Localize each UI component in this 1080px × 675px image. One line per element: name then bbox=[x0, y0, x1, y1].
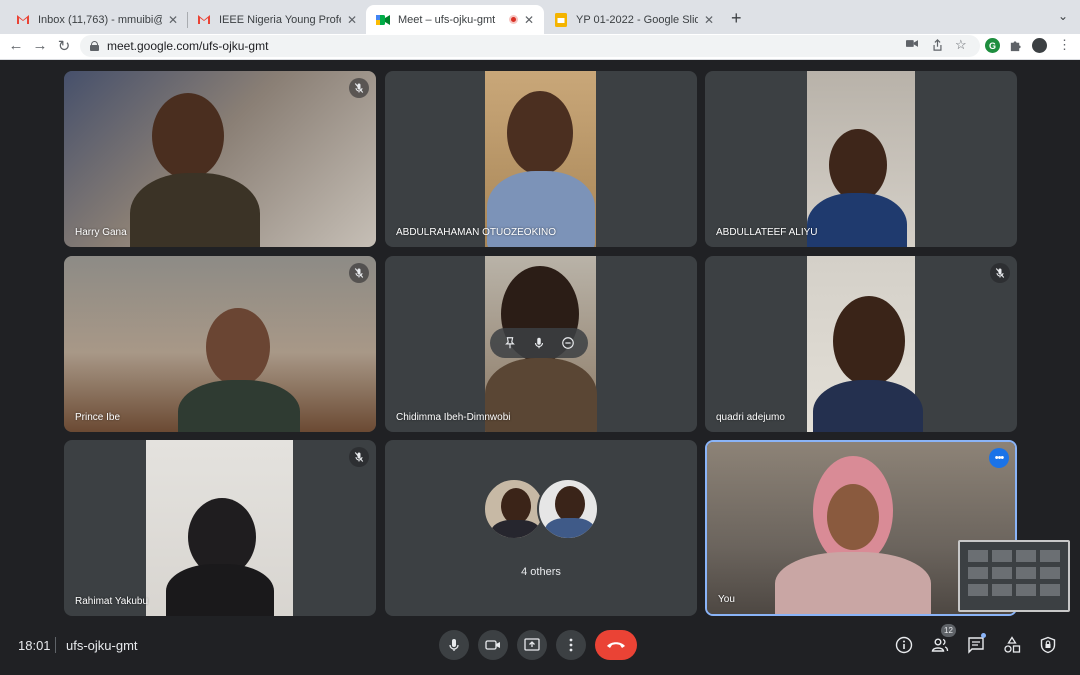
mic-icon bbox=[449, 639, 459, 651]
participant-tile[interactable]: Prince Ibe bbox=[64, 256, 376, 432]
tab-title: YP 01-2022 - Google Slides bbox=[576, 13, 698, 26]
new-tab-icon[interactable]: + bbox=[731, 8, 742, 29]
participant-tile[interactable]: ABDULRAHAMAN OTUOZEOKINO bbox=[385, 71, 697, 247]
recording-icon bbox=[508, 15, 518, 24]
hang-up-icon bbox=[607, 642, 625, 648]
tab-title: Inbox (11,763) - mmuibi@gmail bbox=[38, 13, 162, 26]
meeting-code: ufs-ojku-gmt bbox=[66, 638, 138, 653]
camera-button[interactable] bbox=[478, 630, 508, 660]
participant-tile[interactable]: quadri adejumo bbox=[705, 256, 1017, 432]
mic-icon[interactable] bbox=[529, 333, 549, 353]
participant-name: Rahimat Yakubu bbox=[75, 596, 149, 607]
people-button[interactable] bbox=[929, 634, 951, 656]
forward-icon[interactable]: → bbox=[30, 37, 50, 54]
back-icon[interactable]: ← bbox=[6, 37, 26, 54]
shield-lock-icon bbox=[1040, 636, 1056, 654]
participant-video bbox=[485, 71, 596, 247]
participant-name: Harry Gana bbox=[75, 227, 127, 238]
close-tab-icon[interactable]: ✕ bbox=[168, 13, 178, 27]
info-icon bbox=[895, 636, 913, 654]
close-tab-icon[interactable]: ✕ bbox=[347, 13, 357, 27]
others-tile[interactable]: 4 others bbox=[385, 440, 697, 616]
participant-name: Chidimma Ibeh-Dimnwobi bbox=[396, 412, 511, 423]
lock-icon bbox=[90, 41, 99, 51]
picture-in-picture-preview[interactable] bbox=[958, 540, 1070, 612]
browser-toolbar: ← → ↻ meet.google.com/ufs-ojku-gmt ☆ G ⋮ bbox=[0, 34, 1080, 60]
participant-tile[interactable]: Chidimma Ibeh-Dimnwobi bbox=[385, 256, 697, 432]
participant-video bbox=[807, 256, 923, 432]
mic-off-icon bbox=[349, 78, 369, 98]
leave-call-button[interactable] bbox=[595, 630, 637, 660]
tile-hover-controls bbox=[490, 328, 588, 358]
tab-meet[interactable]: Meet – ufs-ojku-gmt ✕ bbox=[366, 5, 544, 34]
others-avatars bbox=[385, 478, 697, 540]
mic-off-icon bbox=[349, 263, 369, 283]
more-options-icon[interactable]: ••• bbox=[989, 448, 1009, 468]
share-icon[interactable] bbox=[932, 39, 943, 54]
participant-name: quadri adejumo bbox=[716, 412, 785, 423]
meeting-clock: 18:01 bbox=[18, 638, 51, 653]
host-controls-button[interactable] bbox=[1037, 634, 1059, 656]
extensions-puzzle-icon[interactable] bbox=[1008, 38, 1023, 53]
mic-off-icon bbox=[349, 447, 369, 467]
chevron-down-icon[interactable]: ⌄ bbox=[1058, 9, 1068, 23]
participant-name: You bbox=[718, 594, 735, 605]
browser-menu-icon[interactable]: ⋮ bbox=[1058, 37, 1071, 53]
profile-avatar[interactable] bbox=[1032, 38, 1047, 53]
participant-tile[interactable]: Rahimat Yakubu bbox=[64, 440, 376, 616]
participant-tile[interactable]: Harry Gana bbox=[64, 71, 376, 247]
url-text: meet.google.com/ufs-ojku-gmt bbox=[107, 39, 269, 53]
tab-title: IEEE Nigeria Young Professions bbox=[219, 13, 341, 26]
gmail-icon bbox=[16, 13, 30, 27]
grammarly-extension-icon[interactable]: G bbox=[985, 38, 1000, 53]
tab-google-slides[interactable]: YP 01-2022 - Google Slides ✕ bbox=[544, 5, 724, 34]
divider bbox=[55, 637, 56, 653]
avatar bbox=[483, 478, 545, 540]
meet-control-bar: 18:01 ufs-ojku-gmt 12 bbox=[0, 620, 1080, 675]
participant-name: Prince Ibe bbox=[75, 412, 121, 423]
participant-video bbox=[146, 440, 293, 616]
camera-icon bbox=[485, 640, 500, 650]
more-vert-icon bbox=[569, 638, 573, 652]
meeting-details-button[interactable] bbox=[893, 634, 915, 656]
mic-off-icon bbox=[990, 263, 1010, 283]
remove-icon[interactable] bbox=[558, 333, 578, 353]
close-tab-icon[interactable]: ✕ bbox=[524, 13, 534, 27]
address-bar[interactable]: meet.google.com/ufs-ojku-gmt bbox=[80, 35, 980, 57]
chat-unread-dot bbox=[981, 633, 986, 638]
participant-name: ABDULLATEEF ALIYU bbox=[716, 227, 818, 238]
gmail-icon bbox=[197, 13, 211, 27]
chat-icon bbox=[968, 637, 984, 654]
people-icon bbox=[931, 638, 949, 652]
tab-gmail-inbox[interactable]: Inbox (11,763) - mmuibi@gmail ✕ bbox=[6, 5, 188, 34]
participant-name: ABDULRAHAMAN OTUOZEOKINO bbox=[396, 227, 557, 238]
participant-video bbox=[64, 256, 376, 432]
close-tab-icon[interactable]: ✕ bbox=[704, 13, 714, 27]
activities-button[interactable] bbox=[1001, 634, 1023, 656]
browser-tabstrip: Inbox (11,763) - mmuibi@gmail ✕ IEEE Nig… bbox=[0, 0, 1080, 34]
microphone-button[interactable] bbox=[439, 630, 469, 660]
meet-icon bbox=[376, 13, 390, 27]
pin-icon[interactable] bbox=[500, 333, 520, 353]
tab-ieee-nigeria[interactable]: IEEE Nigeria Young Professions ✕ bbox=[187, 5, 367, 34]
more-options-button[interactable] bbox=[556, 630, 586, 660]
bookmark-star-icon[interactable]: ☆ bbox=[955, 37, 967, 53]
camera-permission-icon[interactable] bbox=[906, 39, 918, 51]
present-screen-button[interactable] bbox=[517, 630, 547, 660]
avatar bbox=[537, 478, 599, 540]
participant-video bbox=[64, 71, 376, 247]
tab-title: Meet – ufs-ojku-gmt bbox=[398, 13, 496, 26]
activities-icon bbox=[1004, 636, 1021, 653]
others-count-label: 4 others bbox=[521, 566, 561, 578]
present-icon bbox=[524, 638, 540, 651]
participant-video bbox=[807, 71, 915, 247]
reload-icon[interactable]: ↻ bbox=[54, 37, 74, 55]
slides-icon bbox=[554, 12, 568, 27]
people-count-badge: 12 bbox=[941, 624, 956, 637]
participant-tile[interactable]: ABDULLATEEF ALIYU bbox=[705, 71, 1017, 247]
